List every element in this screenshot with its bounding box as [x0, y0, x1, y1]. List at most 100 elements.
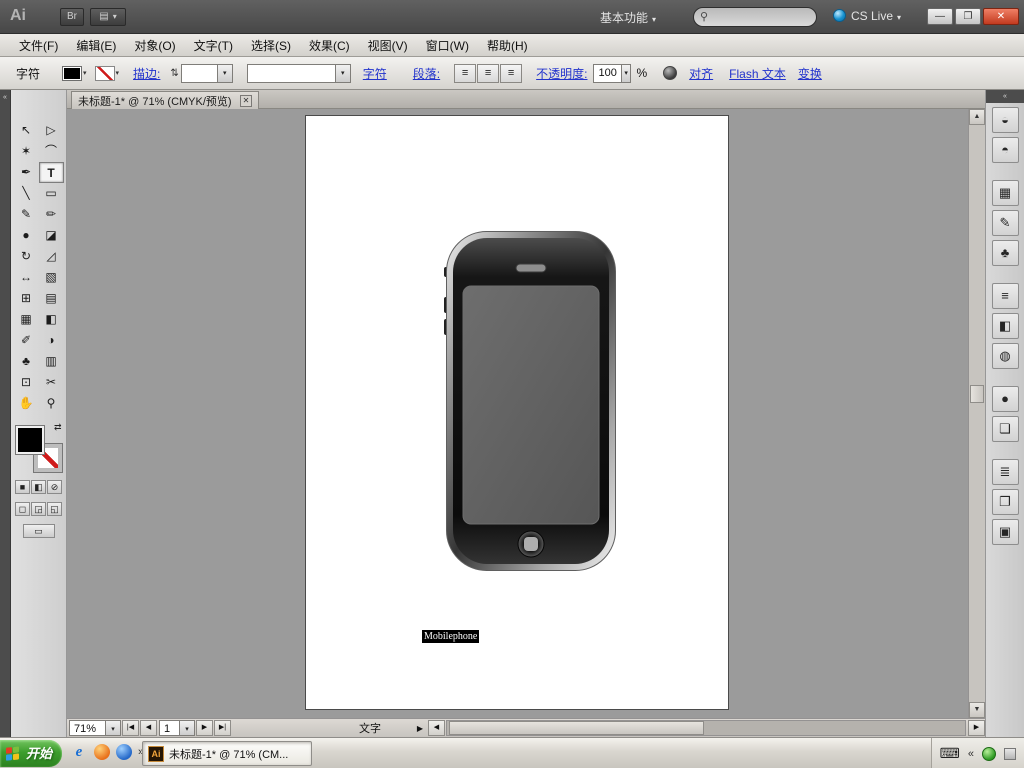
width-tool[interactable]: ↔: [14, 267, 39, 288]
document-tab[interactable]: 未标题-1* @ 71% (CMYK/预览) ✕: [71, 91, 259, 109]
color-guide-panel-button[interactable]: ◓: [992, 137, 1019, 163]
arrange-documents-button[interactable]: ▤▾: [90, 8, 126, 26]
layers-panel-button[interactable]: ≣: [992, 459, 1019, 485]
last-artboard-button[interactable]: ▶|: [214, 720, 231, 736]
shape-builder-tool[interactable]: ⊞: [14, 288, 39, 309]
lasso-tool[interactable]: ⌒: [39, 141, 64, 162]
stroke-panel-link[interactable]: 描边:: [133, 65, 160, 82]
transparency-panel-button[interactable]: ◍: [992, 343, 1019, 369]
artboards-panel-button[interactable]: ❐: [992, 489, 1019, 515]
gradient-panel-button[interactable]: ◧: [992, 313, 1019, 339]
color-mode-button[interactable]: ■: [15, 480, 30, 494]
brushes-panel-button[interactable]: ✎: [992, 210, 1019, 236]
scroll-up-icon[interactable]: ▲: [969, 109, 985, 125]
tray-misc-icon[interactable]: [1004, 748, 1016, 760]
cs-live-button[interactable]: CS Live▾: [833, 9, 901, 23]
transform-panel-link[interactable]: 变换: [798, 65, 822, 82]
align-panel-link[interactable]: 对齐: [689, 65, 713, 82]
slice-tool[interactable]: ✂: [39, 372, 64, 393]
search-input[interactable]: ⚲: [693, 7, 817, 27]
appearance-panel-button[interactable]: ●: [992, 386, 1019, 412]
scroll-right-icon[interactable]: ▶: [968, 720, 985, 736]
paragraph-panel-link[interactable]: 段落:: [413, 65, 440, 82]
tray-collapse-icon[interactable]: «: [968, 748, 974, 760]
align-left-button[interactable]: ≡: [454, 64, 476, 83]
eraser-tool[interactable]: ◪: [39, 225, 64, 246]
stroke-weight-stepper[interactable]: ⇅: [170, 68, 178, 79]
perspective-grid-tool[interactable]: ▤: [39, 288, 64, 309]
canvas[interactable]: Mobilephone: [67, 109, 968, 718]
status-flyout-icon[interactable]: ▶: [413, 724, 427, 733]
next-artboard-button[interactable]: ▶: [196, 720, 213, 736]
draw-normal-button[interactable]: ◻: [15, 502, 30, 516]
hand-tool[interactable]: ✋: [14, 393, 39, 414]
character-style-combo[interactable]: ▾: [247, 64, 351, 83]
menu-select[interactable]: 选择(S): [242, 34, 300, 57]
artboard-number-combo[interactable]: 1 ▾: [159, 720, 195, 736]
symbol-sprayer-tool[interactable]: ♣: [14, 351, 39, 372]
pencil-tool[interactable]: ✏: [39, 204, 64, 225]
draw-behind-button[interactable]: ◲: [31, 502, 46, 516]
stroke-weight-combo[interactable]: ▾: [181, 64, 233, 83]
swap-fill-stroke-icon[interactable]: ⇄: [54, 422, 62, 433]
zoom-combo[interactable]: 71% ▾: [69, 720, 121, 736]
scroll-down-icon[interactable]: ▼: [969, 702, 985, 718]
menu-edit[interactable]: 编辑(E): [67, 34, 125, 57]
stroke-panel-button[interactable]: ≡: [992, 283, 1019, 309]
chevron-down-icon[interactable]: ▾: [105, 721, 120, 735]
gradient-tool[interactable]: ◧: [39, 309, 64, 330]
chevron-down-icon[interactable]: ▾: [621, 65, 631, 82]
column-graph-tool[interactable]: ▥: [39, 351, 64, 372]
menu-effect[interactable]: 效果(C): [300, 34, 359, 57]
horizontal-scroll-thumb[interactable]: [449, 721, 704, 735]
gradient-mode-button[interactable]: ◧: [31, 480, 46, 494]
blend-tool[interactable]: ◑: [39, 330, 64, 351]
workspace-switcher[interactable]: 基本功能▾: [600, 9, 656, 26]
start-button[interactable]: 开始: [0, 740, 62, 767]
pen-tool[interactable]: ✒: [14, 162, 39, 183]
graphic-styles-panel-button[interactable]: ❏: [992, 416, 1019, 442]
selected-text-mobilephone[interactable]: Mobilephone: [422, 630, 479, 643]
symbols-panel-button[interactable]: ♣: [992, 240, 1019, 266]
first-artboard-button[interactable]: |◀: [122, 720, 139, 736]
phone-illustration[interactable]: [446, 231, 616, 571]
menu-object[interactable]: 对象(O): [125, 34, 184, 57]
magic-wand-tool[interactable]: ✶: [14, 141, 39, 162]
scroll-left-icon[interactable]: ◀: [428, 720, 445, 736]
restore-button[interactable]: ❐: [955, 8, 981, 25]
antivirus-tray-icon[interactable]: [982, 747, 996, 761]
minimize-button[interactable]: —: [927, 8, 953, 25]
horizontal-scrollbar[interactable]: [446, 720, 966, 736]
line-segment-tool[interactable]: ╲: [14, 183, 39, 204]
input-method-icon[interactable]: ⌨: [940, 745, 960, 762]
opacity-combo[interactable]: 100 ▾: [593, 64, 631, 83]
navigator-panel-button[interactable]: ▣: [992, 519, 1019, 545]
align-right-button[interactable]: ≡: [500, 64, 522, 83]
fill-color-swatch[interactable]: [62, 66, 82, 81]
artboard-tool[interactable]: ⊡: [14, 372, 39, 393]
free-transform-tool[interactable]: ▧: [39, 267, 64, 288]
type-tool[interactable]: T: [39, 162, 64, 183]
swatches-panel-button[interactable]: ▦: [992, 180, 1019, 206]
scale-tool[interactable]: ◿: [39, 246, 64, 267]
illustrator-task-button[interactable]: Ai 未标题-1* @ 71% (CM...: [142, 741, 312, 766]
chevron-down-icon[interactable]: ▾: [179, 721, 194, 735]
none-mode-button[interactable]: ⊘: [47, 480, 62, 494]
selection-tool[interactable]: ↖: [14, 120, 39, 141]
menu-window[interactable]: 窗口(W): [417, 34, 478, 57]
direct-selection-tool[interactable]: ▷: [39, 120, 64, 141]
expand-panels-icon[interactable]: «: [986, 90, 1024, 103]
mesh-tool[interactable]: ▦: [14, 309, 39, 330]
menu-file[interactable]: 文件(F): [10, 34, 67, 57]
chevron-down-icon[interactable]: ▾: [217, 65, 232, 82]
color-panel-button[interactable]: ◒: [992, 107, 1019, 133]
align-center-button[interactable]: ≡: [477, 64, 499, 83]
opacity-link[interactable]: 不透明度:: [536, 65, 587, 82]
chevron-down-icon[interactable]: ▾: [335, 65, 350, 82]
vertical-scroll-thumb[interactable]: [970, 385, 984, 403]
prev-artboard-button[interactable]: ◀: [140, 720, 157, 736]
menu-help[interactable]: 帮助(H): [478, 34, 537, 57]
draw-inside-button[interactable]: ◱: [47, 502, 62, 516]
character-panel-link[interactable]: 字符: [363, 65, 387, 82]
paintbrush-tool[interactable]: ✎: [14, 204, 39, 225]
